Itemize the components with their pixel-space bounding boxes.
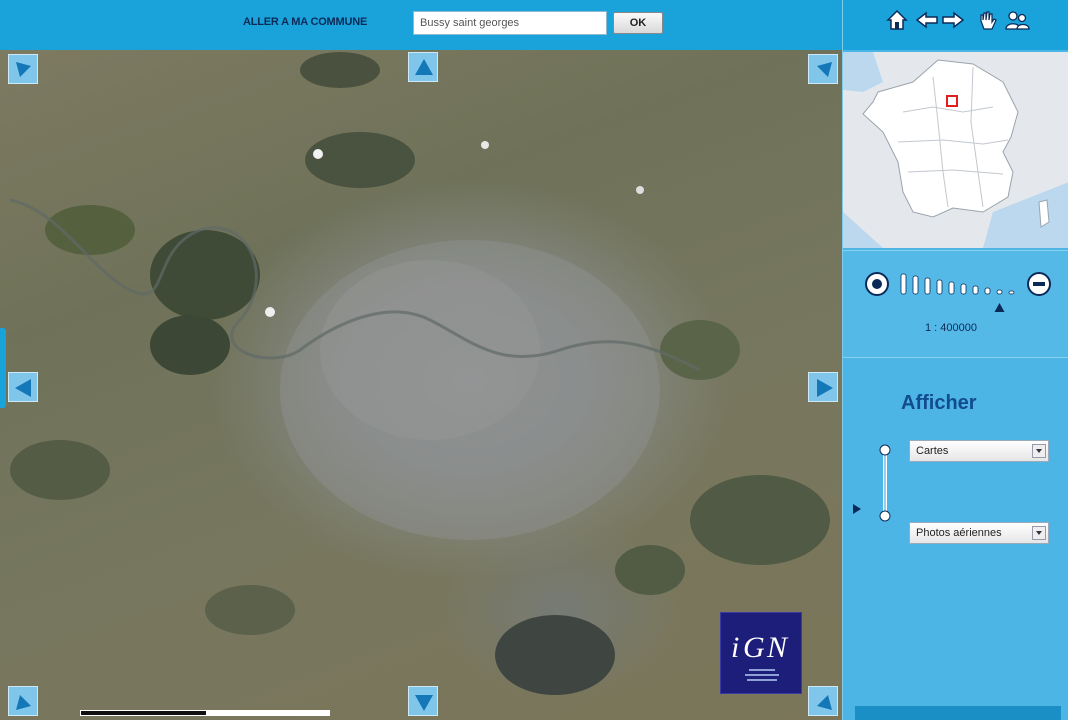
layer-opacity-slider[interactable] <box>851 440 903 530</box>
zoom-level-tick[interactable] <box>1008 290 1015 295</box>
map-scale-bar <box>80 710 330 716</box>
arrow-south-west-icon <box>16 695 31 710</box>
arrow-up-icon <box>415 59 433 75</box>
arrow-right-icon <box>817 379 833 397</box>
zoom-level-tick[interactable] <box>948 281 955 295</box>
top-bar: ALLER A MA COMMUNE OK <box>0 0 842 50</box>
pan-south-east-button[interactable] <box>808 686 838 716</box>
aerial-photo <box>9 52 830 695</box>
pan-east-button[interactable] <box>808 372 838 402</box>
zoom-level-tick[interactable] <box>996 289 1003 295</box>
scale-text: 1 : 400000 <box>925 322 977 334</box>
users-icon <box>1005 11 1030 30</box>
zoom-slider[interactable] <box>843 251 1068 321</box>
hand-icon <box>980 11 997 30</box>
app-root: ALLER A MA COMMUNE OK <box>0 0 1068 720</box>
zoom-control <box>843 250 1068 358</box>
zoom-in-button[interactable] <box>865 272 889 296</box>
zoom-out-button[interactable] <box>1027 272 1051 296</box>
previous-view-button[interactable] <box>915 8 939 32</box>
display-section-title: Afficher <box>901 392 977 414</box>
zoom-level-tick[interactable] <box>924 277 931 295</box>
chevron-down-icon <box>1032 444 1046 458</box>
chevron-down-icon <box>1032 526 1046 540</box>
ign-logo-mark: i G N <box>731 631 789 681</box>
zoom-level-tick[interactable] <box>936 279 943 295</box>
pan-west-button[interactable] <box>8 372 38 402</box>
bottom-layer-select[interactable]: Photos aériennes <box>909 522 1049 544</box>
ign-logo: i G N <box>720 612 802 694</box>
arrow-right-icon <box>942 11 965 29</box>
svg-text:i: i <box>731 631 739 664</box>
top-layer-select[interactable]: Cartes <box>909 440 1049 462</box>
arrow-south-east-icon <box>817 695 832 710</box>
arrow-left-icon <box>915 11 938 29</box>
right-panel: 1 : 400000 Afficher Cartes Photos aérien… <box>842 0 1068 720</box>
top-layer-value: Cartes <box>916 445 949 457</box>
pan-north-button[interactable] <box>408 52 438 82</box>
panel-toolbar <box>843 0 1068 50</box>
home-button[interactable] <box>885 8 909 32</box>
france-overview-map[interactable] <box>843 52 1068 248</box>
arrow-north-east-icon <box>817 62 832 77</box>
slider-pointer-icon <box>853 504 861 514</box>
svg-text:G: G <box>743 631 765 664</box>
arrow-north-west-icon <box>16 62 31 77</box>
home-icon <box>886 9 908 30</box>
commune-search-input[interactable] <box>413 11 607 35</box>
pan-north-east-button[interactable] <box>808 54 838 84</box>
zoom-level-tick[interactable] <box>960 283 967 295</box>
zoom-level-tick[interactable] <box>984 287 991 295</box>
zoom-level-tick[interactable] <box>972 285 979 295</box>
next-view-button[interactable] <box>941 8 965 32</box>
arrow-left-icon <box>15 379 31 397</box>
svg-text:N: N <box>766 631 789 664</box>
pan-south-button[interactable] <box>408 686 438 716</box>
ok-button[interactable]: OK <box>613 12 663 34</box>
zoom-level-pointer[interactable] <box>994 303 1005 312</box>
zoom-level-tick[interactable] <box>900 273 907 295</box>
pan-north-west-button[interactable] <box>8 54 38 84</box>
go-to-commune-label: ALLER A MA COMMUNE <box>243 16 368 28</box>
pan-hand-button[interactable] <box>975 8 999 32</box>
overview-map-graphic <box>843 52 1068 248</box>
arrow-down-icon <box>415 695 433 711</box>
zoom-level-tick[interactable] <box>912 275 919 295</box>
scale-bar-white-segment <box>206 711 329 715</box>
scale-bar-black-segment <box>81 711 206 715</box>
pan-south-west-button[interactable] <box>8 686 38 716</box>
panel-footer-bar <box>855 706 1061 720</box>
panel-toggle-tab[interactable] <box>0 328 6 408</box>
bottom-layer-value: Photos aériennes <box>916 527 1002 539</box>
aerial-map[interactable]: i G N <box>0 50 842 720</box>
users-button[interactable] <box>1003 8 1031 32</box>
